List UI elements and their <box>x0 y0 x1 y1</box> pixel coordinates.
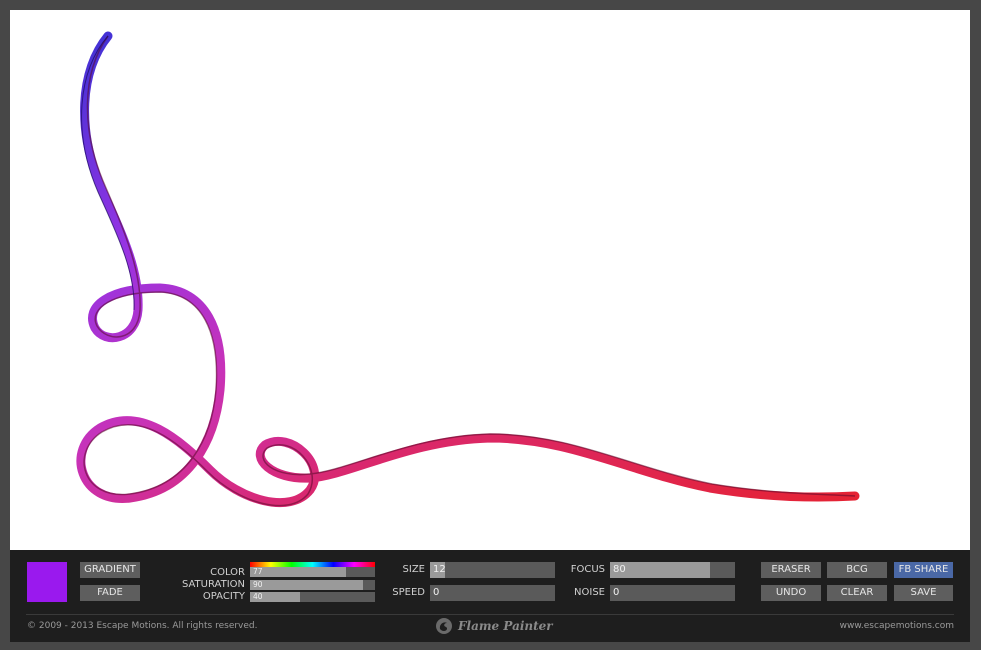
flame-swirl-logo-icon <box>436 618 452 634</box>
noise-slider-value: 0 <box>613 587 620 598</box>
color-slider[interactable]: 77 <box>250 567 375 577</box>
focus-slider[interactable]: 80 <box>610 562 735 578</box>
opacity-slider[interactable]: 40 <box>250 592 375 602</box>
color-label: COLOR <box>210 567 245 578</box>
clear-button[interactable]: CLEAR <box>827 585 887 601</box>
bcg-button[interactable]: BCG <box>827 562 887 578</box>
website-link[interactable]: www.escapemotions.com <box>840 620 954 632</box>
current-color-swatch[interactable] <box>27 562 67 602</box>
undo-button[interactable]: UNDO <box>761 585 821 601</box>
save-button[interactable]: SAVE <box>894 585 953 601</box>
brand-logo: Flame Painter <box>435 617 553 635</box>
drawing-canvas[interactable] <box>10 10 970 550</box>
eraser-button[interactable]: ERASER <box>761 562 821 578</box>
saturation-label: SATURATION <box>181 579 245 590</box>
size-slider[interactable]: 12 <box>430 562 555 578</box>
size-slider-value: 12 <box>433 564 446 575</box>
opacity-slider-value: 40 <box>253 592 263 601</box>
control-panel: GRADIENT FADE COLOR 77 SATURATION 90 OPA… <box>10 550 970 642</box>
brand-name: Flame Painter <box>458 619 553 633</box>
saturation-slider[interactable]: 90 <box>250 580 375 590</box>
saturation-slider-fill <box>250 580 363 590</box>
focus-label: FOCUS <box>570 564 605 575</box>
gradient-button[interactable]: GRADIENT <box>80 562 140 578</box>
color-slider-fill <box>250 567 347 577</box>
speed-slider-value: 0 <box>433 587 440 598</box>
copyright-text: © 2009 - 2013 Escape Motions. All rights… <box>27 621 258 631</box>
fb-share-button[interactable]: FB SHARE <box>894 562 953 578</box>
speed-label: SPEED <box>392 587 425 598</box>
size-label: SIZE <box>402 564 425 575</box>
fade-button[interactable]: FADE <box>80 585 140 601</box>
color-slider-value: 77 <box>253 567 263 576</box>
speed-slider[interactable]: 0 <box>430 585 555 601</box>
footer-divider <box>26 614 954 615</box>
saturation-slider-value: 90 <box>253 580 263 589</box>
ribbon-stroke-art <box>76 31 860 508</box>
noise-slider[interactable]: 0 <box>610 585 735 601</box>
focus-slider-value: 80 <box>613 564 626 575</box>
opacity-label: OPACITY <box>202 591 245 602</box>
noise-label: NOISE <box>574 587 605 598</box>
